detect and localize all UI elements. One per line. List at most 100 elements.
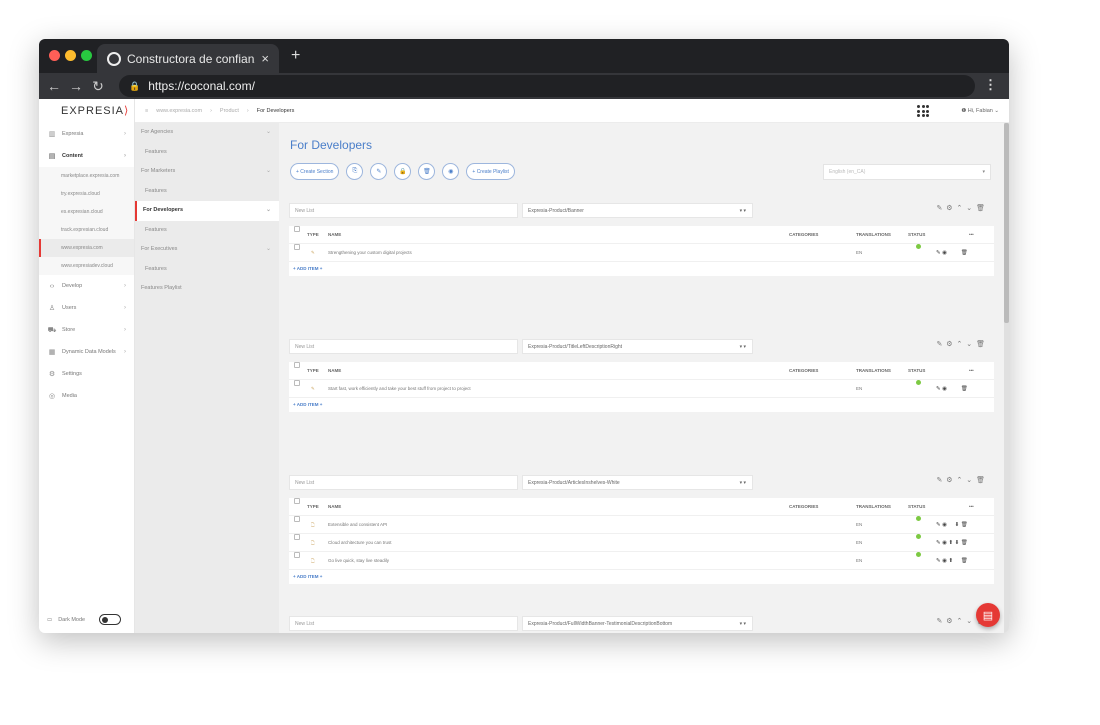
- column-translations: TRANSLATIONS: [856, 232, 891, 237]
- add-item-button[interactable]: + ADD ITEM +: [289, 398, 994, 412]
- site-item[interactable]: es.expresian.cloud: [39, 203, 134, 221]
- select-all-checkbox[interactable]: [294, 226, 300, 232]
- browser-menu-icon[interactable]: ⋮: [984, 77, 997, 93]
- create-playlist-button[interactable]: + Create Playlist: [466, 163, 515, 180]
- page-tree-label: Features: [145, 265, 167, 272]
- template-select[interactable]: Expresia-Product/ArticlesInshelves-White…: [522, 475, 753, 490]
- back-icon[interactable]: ←: [43, 78, 65, 94]
- forward-icon[interactable]: →: [65, 78, 87, 94]
- browser-tab[interactable]: Constructora de confianza... ×: [97, 44, 279, 73]
- row-name[interactable]: Go live quick, stay live steadily: [328, 552, 389, 570]
- page-tree-item[interactable]: Features: [135, 260, 279, 280]
- page-tree-item[interactable]: For Executives ⌄: [135, 240, 279, 260]
- reload-icon[interactable]: ↻: [87, 78, 109, 95]
- template-select[interactable]: Expresia-Product/FullWidthBanner-Testimo…: [522, 616, 753, 631]
- select-all-checkbox[interactable]: [294, 498, 300, 504]
- user-menu[interactable]: ❶ Hi, Fabian ⌄: [961, 99, 999, 123]
- chevron-down-icon: ▾ ▾: [739, 208, 746, 214]
- sidebar-item-develop[interactable]: ‹› Develop ›: [39, 275, 134, 297]
- site-item[interactable]: track.expresian.cloud: [39, 221, 134, 239]
- content-table: TYPE NAME CATEGORIES TRANSLATIONS STATUS ••• ✎…: [289, 362, 994, 412]
- page-tree-item[interactable]: For Developers ⌄: [135, 201, 279, 221]
- site-item[interactable]: marketplace.expresia.com: [39, 167, 134, 185]
- trash-icon-button[interactable]: 🗑: [418, 163, 436, 180]
- chevron-right-icon: ›: [124, 131, 126, 137]
- page-tree-label: Features: [145, 226, 167, 233]
- breadcrumb-product[interactable]: Product: [220, 108, 239, 114]
- address-bar[interactable]: 🔒 https://coconal.com/: [119, 75, 975, 97]
- sidebar-item-settings[interactable]: ⚙ Settings: [39, 363, 134, 385]
- menu-icon[interactable]: ≡: [145, 108, 148, 114]
- sidebar-item-store[interactable]: ⛟ Store ›: [39, 319, 134, 341]
- row-actions[interactable]: ✎ ◉ ⬇ 🗑: [936, 516, 968, 534]
- page-tree-item[interactable]: For Marketers ⌄: [135, 162, 279, 182]
- page-tree-label: Features: [145, 148, 167, 155]
- site-item[interactable]: www.expresiadev.cloud: [39, 257, 134, 275]
- page-tree-item[interactable]: Features: [135, 182, 279, 202]
- row-checkbox[interactable]: [294, 552, 300, 558]
- row-checkbox[interactable]: [294, 380, 300, 386]
- language-select[interactable]: English (en_CA) ▾: [823, 164, 991, 180]
- row-actions[interactable]: ✎ ◉ 🗑: [936, 244, 968, 262]
- table-header: TYPE NAME CATEGORIES TRANSLATIONS STATUS •••: [289, 226, 994, 244]
- page-tree-label: For Developers: [143, 207, 184, 213]
- row-actions[interactable]: ✎ ◉ 🗑: [936, 380, 968, 398]
- page-tree-item[interactable]: Features: [135, 143, 279, 163]
- section-actions[interactable]: ✎ ⚙ ⌃ ⌄ 🗑: [936, 340, 986, 348]
- list-name-input[interactable]: New List: [289, 475, 518, 490]
- row-name[interactable]: Cloud architecture you can trust: [328, 534, 392, 552]
- list-name-input[interactable]: New List: [289, 203, 518, 218]
- close-window-button[interactable]: [49, 50, 60, 61]
- table-row[interactable]: ✎ Start fast, work efficiently and take y…: [289, 380, 994, 398]
- copy-icon-button[interactable]: ⎘: [346, 163, 364, 180]
- add-item-button[interactable]: + ADD ITEM +: [289, 262, 994, 276]
- top-bar: ≡ www.expresia.com › Product › For Devel…: [135, 99, 1009, 123]
- table-row[interactable]: ✎ Strengthening your custom digital proje…: [289, 244, 994, 262]
- maximize-window-button[interactable]: [81, 50, 92, 61]
- dark-mode-toggle[interactable]: [99, 614, 122, 625]
- breadcrumb-site[interactable]: www.expresia.com: [156, 108, 202, 114]
- minimize-window-button[interactable]: [65, 50, 76, 61]
- page-tree-item[interactable]: Features: [135, 221, 279, 241]
- content-table: TYPE NAME CATEGORIES TRANSLATIONS STATUS ••• ✎…: [289, 226, 994, 276]
- row-name[interactable]: Start fast, work efficiently and take yo…: [328, 380, 471, 398]
- row-actions[interactable]: ✎ ◉ ⬆ ⬇ 🗑: [936, 534, 968, 552]
- close-tab-icon[interactable]: ×: [261, 51, 269, 66]
- expresia-logo[interactable]: EXPRESIA⟩: [39, 99, 134, 123]
- row-name[interactable]: Strengthening your custom digital projec…: [328, 244, 412, 262]
- table-row[interactable]: 🗋 Cloud architecture you can trust EN ✎ ◉ ⬆…: [289, 534, 994, 552]
- sidebar-item-users[interactable]: ♙ Users ›: [39, 297, 134, 319]
- row-name[interactable]: Extensible and consistent API: [328, 516, 387, 534]
- create-section-button[interactable]: + Create Section: [290, 163, 340, 180]
- page-tree-item[interactable]: For Agencies ⌄: [135, 123, 279, 143]
- row-checkbox[interactable]: [294, 516, 300, 522]
- section-actions[interactable]: ✎ ⚙ ⌃ ⌄ 🗑: [936, 204, 986, 212]
- lock-icon-button[interactable]: 🔒: [394, 163, 412, 180]
- edit-icon-button[interactable]: ✎: [370, 163, 388, 180]
- list-name-input[interactable]: New List: [289, 339, 518, 354]
- select-all-checkbox[interactable]: [294, 362, 300, 368]
- template-select[interactable]: Expresia-Product/TitleLeftDescriptionRig…: [522, 339, 753, 354]
- table-row[interactable]: 🗋 Extensible and consistent API EN ✎ ◉ ⬇ 🗑: [289, 516, 994, 534]
- help-fab-button[interactable]: ▤: [976, 603, 1000, 627]
- scrollbar[interactable]: [1004, 123, 1009, 633]
- section-actions[interactable]: ✎ ⚙ ⌃ ⌄ 🗑: [936, 476, 986, 484]
- page-toolbar: + Create Section ⎘ ✎ 🔒 🗑 ◉ + Create Playlist: [290, 163, 515, 180]
- eye-icon-button[interactable]: ◉: [442, 163, 460, 180]
- row-checkbox[interactable]: [294, 534, 300, 540]
- site-item[interactable]: try.expresia.cloud: [39, 185, 134, 203]
- sidebar-item-media[interactable]: ◎ Media: [39, 385, 134, 407]
- table-row[interactable]: 🗋 Go live quick, stay live steadily EN ✎ ◉ …: [289, 552, 994, 570]
- sidebar-item-dynamic-data-models[interactable]: ▦ Dynamic Data Models ›: [39, 341, 134, 363]
- site-item[interactable]: www.expresia.com: [39, 239, 134, 257]
- sidebar-item-content[interactable]: ▤ Content ›: [39, 145, 134, 167]
- row-actions[interactable]: ✎ ◉ ⬆ 🗑: [936, 552, 968, 570]
- add-item-button[interactable]: + ADD ITEM +: [289, 570, 994, 584]
- sidebar-item-expresia[interactable]: ▥ Expresia ›: [39, 123, 134, 145]
- template-select[interactable]: Expresia-Product/Banner ▾ ▾: [522, 203, 753, 218]
- row-checkbox[interactable]: [294, 244, 300, 250]
- apps-grid-icon[interactable]: [917, 105, 929, 117]
- new-tab-button[interactable]: +: [291, 47, 300, 65]
- list-name-input[interactable]: New List: [289, 616, 518, 631]
- page-tree-item[interactable]: Features Playlist: [135, 279, 279, 299]
